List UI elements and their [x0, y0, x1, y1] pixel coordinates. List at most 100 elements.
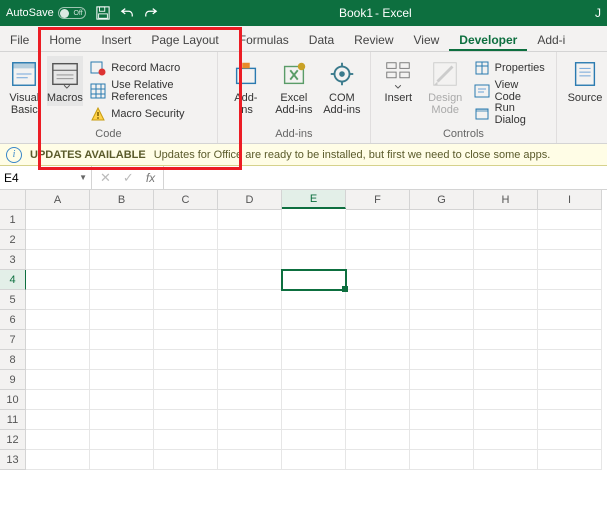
design-mode-button[interactable]: Design Mode: [424, 56, 467, 118]
cell[interactable]: [218, 430, 282, 450]
cell[interactable]: [538, 370, 602, 390]
tab-developer[interactable]: Developer: [449, 28, 527, 51]
cell[interactable]: [410, 330, 474, 350]
column-header[interactable]: I: [538, 190, 602, 210]
addins-button[interactable]: Add- ins: [224, 56, 268, 118]
cell[interactable]: [282, 250, 346, 270]
cell[interactable]: [90, 250, 154, 270]
cell[interactable]: [474, 370, 538, 390]
cell[interactable]: [410, 270, 474, 290]
column-header[interactable]: A: [26, 190, 90, 210]
column-header[interactable]: D: [218, 190, 282, 210]
cell[interactable]: [218, 330, 282, 350]
cell[interactable]: [218, 450, 282, 470]
cell[interactable]: [90, 370, 154, 390]
cell[interactable]: [282, 310, 346, 330]
cell[interactable]: [154, 410, 218, 430]
cell[interactable]: [346, 430, 410, 450]
cell[interactable]: [154, 390, 218, 410]
cell[interactable]: [90, 450, 154, 470]
cell[interactable]: [346, 310, 410, 330]
cell[interactable]: [346, 290, 410, 310]
tab-review[interactable]: Review: [344, 28, 403, 51]
cell[interactable]: [154, 290, 218, 310]
cell[interactable]: [282, 410, 346, 430]
cell[interactable]: [282, 330, 346, 350]
cell[interactable]: [90, 410, 154, 430]
cell[interactable]: [474, 450, 538, 470]
column-header[interactable]: E: [282, 190, 346, 209]
cell[interactable]: [90, 270, 154, 290]
cell[interactable]: [538, 350, 602, 370]
name-box-input[interactable]: [4, 171, 64, 185]
name-box[interactable]: ▼: [0, 166, 92, 189]
cell[interactable]: [90, 330, 154, 350]
cell[interactable]: [346, 270, 410, 290]
cell[interactable]: [410, 410, 474, 430]
cell[interactable]: [26, 210, 90, 230]
cell[interactable]: [346, 250, 410, 270]
cell[interactable]: [346, 450, 410, 470]
cell[interactable]: [154, 250, 218, 270]
cell[interactable]: [154, 430, 218, 450]
cell[interactable]: [282, 370, 346, 390]
cell[interactable]: [474, 330, 538, 350]
cell[interactable]: [154, 270, 218, 290]
cell[interactable]: [538, 250, 602, 270]
select-all-corner[interactable]: [0, 190, 26, 210]
cell[interactable]: [410, 290, 474, 310]
run-dialog-button[interactable]: Run Dialog: [471, 104, 550, 124]
cell[interactable]: [26, 230, 90, 250]
column-header[interactable]: G: [410, 190, 474, 210]
cell[interactable]: [346, 370, 410, 390]
row-header[interactable]: 8: [0, 350, 26, 370]
cell[interactable]: [346, 390, 410, 410]
row-header[interactable]: 3: [0, 250, 26, 270]
cell[interactable]: [410, 450, 474, 470]
cell[interactable]: [538, 270, 602, 290]
cell[interactable]: [26, 390, 90, 410]
cell[interactable]: [474, 350, 538, 370]
cell[interactable]: [410, 430, 474, 450]
cell[interactable]: [474, 210, 538, 230]
redo-icon[interactable]: [144, 6, 158, 20]
row-header[interactable]: 10: [0, 390, 26, 410]
row-header[interactable]: 1: [0, 210, 26, 230]
cell[interactable]: [346, 330, 410, 350]
cell[interactable]: [538, 390, 602, 410]
cell[interactable]: [538, 310, 602, 330]
cell[interactable]: [26, 310, 90, 330]
cell[interactable]: [26, 430, 90, 450]
cell[interactable]: [218, 210, 282, 230]
cell[interactable]: [90, 350, 154, 370]
column-header[interactable]: H: [474, 190, 538, 210]
cell[interactable]: [218, 350, 282, 370]
tab-pagelayout[interactable]: Page Layout: [141, 28, 228, 51]
row-header[interactable]: 7: [0, 330, 26, 350]
cell[interactable]: [346, 210, 410, 230]
cell[interactable]: [410, 230, 474, 250]
cell[interactable]: [218, 370, 282, 390]
tab-formulas[interactable]: Formulas: [229, 28, 299, 51]
cell[interactable]: [218, 270, 282, 290]
cell[interactable]: [538, 330, 602, 350]
cell[interactable]: [282, 290, 346, 310]
macros-button[interactable]: Macros: [47, 56, 84, 106]
cell[interactable]: [410, 370, 474, 390]
cell[interactable]: [474, 270, 538, 290]
column-header[interactable]: B: [90, 190, 154, 210]
visual-basic-button[interactable]: Visual Basic: [6, 56, 43, 118]
cell[interactable]: [218, 410, 282, 430]
cell[interactable]: [410, 390, 474, 410]
cell[interactable]: [474, 290, 538, 310]
cell[interactable]: [282, 450, 346, 470]
cell[interactable]: [538, 290, 602, 310]
undo-icon[interactable]: [120, 6, 134, 20]
cell[interactable]: [26, 270, 90, 290]
cell[interactable]: [218, 230, 282, 250]
macro-security-button[interactable]: Macro Security: [87, 104, 211, 124]
row-header[interactable]: 6: [0, 310, 26, 330]
tab-addi[interactable]: Add-i: [527, 28, 575, 51]
excel-addins-button[interactable]: Excel Add-ins: [272, 56, 316, 118]
cell[interactable]: [218, 390, 282, 410]
